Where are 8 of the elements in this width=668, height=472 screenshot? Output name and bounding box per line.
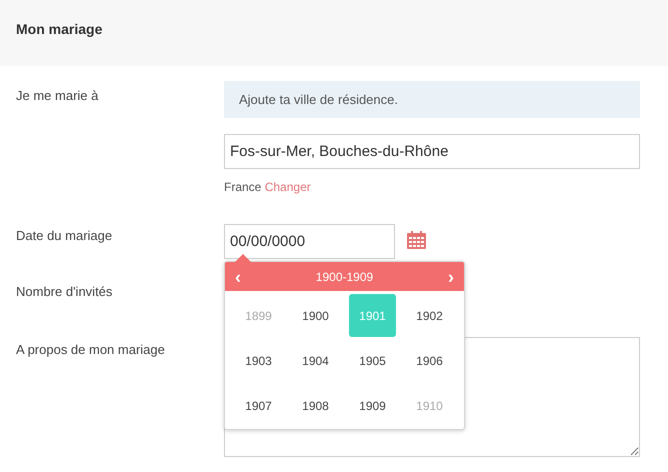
field-label: Je me marie à	[16, 87, 100, 105]
country-text: France	[224, 180, 262, 194]
field-label: Date du mariage	[16, 227, 114, 245]
field-label: A propos de mon mariage	[16, 341, 166, 359]
info-notice: Ajoute ta ville de résidence.	[224, 81, 640, 118]
decade-title: 1900-1909	[316, 270, 374, 284]
page-title: Mon mariage	[16, 20, 104, 38]
field-label: Nombre d'invités	[16, 283, 114, 301]
